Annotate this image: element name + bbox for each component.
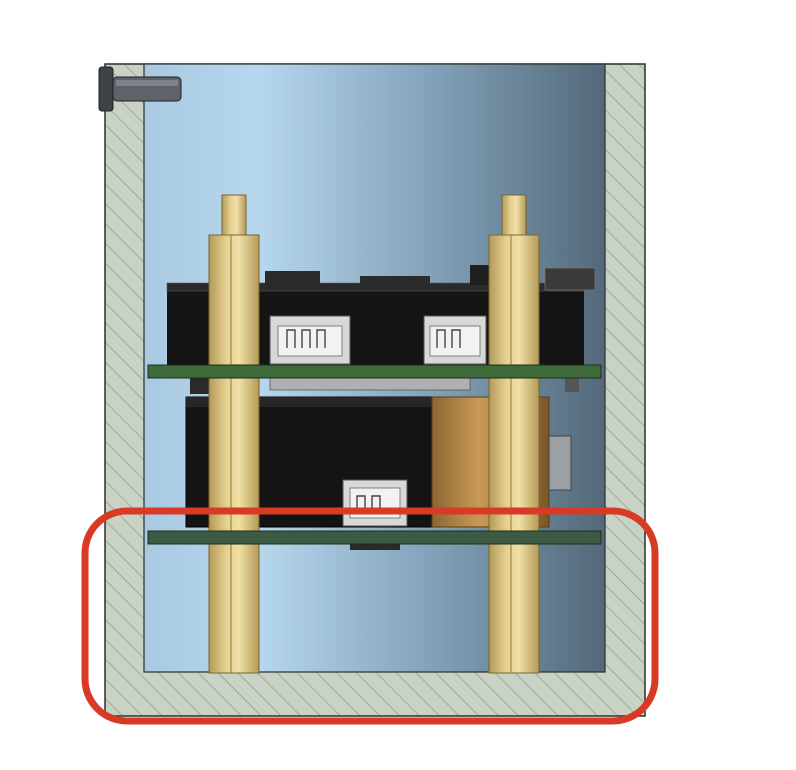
lower-connector [342,479,408,527]
lower-pcb-overlay [147,530,602,545]
upper-connector-right [423,315,487,365]
standoff-right [488,194,540,674]
upper-connector-left [269,315,351,365]
enclosure-diagram [81,63,659,725]
upper-pcb-overlay [147,364,602,379]
standoff-left [208,194,260,674]
diagram-canvas [0,0,796,770]
